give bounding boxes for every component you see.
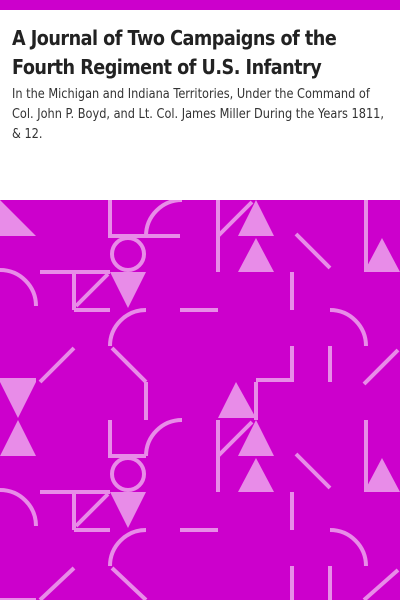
book-cover: A Journal of Two Campaigns of the Fourth… [0,0,400,600]
pattern-background [0,200,400,600]
book-title: A Journal of Two Campaigns of the Fourth… [12,26,337,79]
title-block: A Journal of Two Campaigns of the Fourth… [12,24,388,145]
cover-pattern [0,200,400,600]
top-accent-band [0,0,400,10]
book-subtitle: In the Michigan and Indiana Territories,… [12,87,385,142]
